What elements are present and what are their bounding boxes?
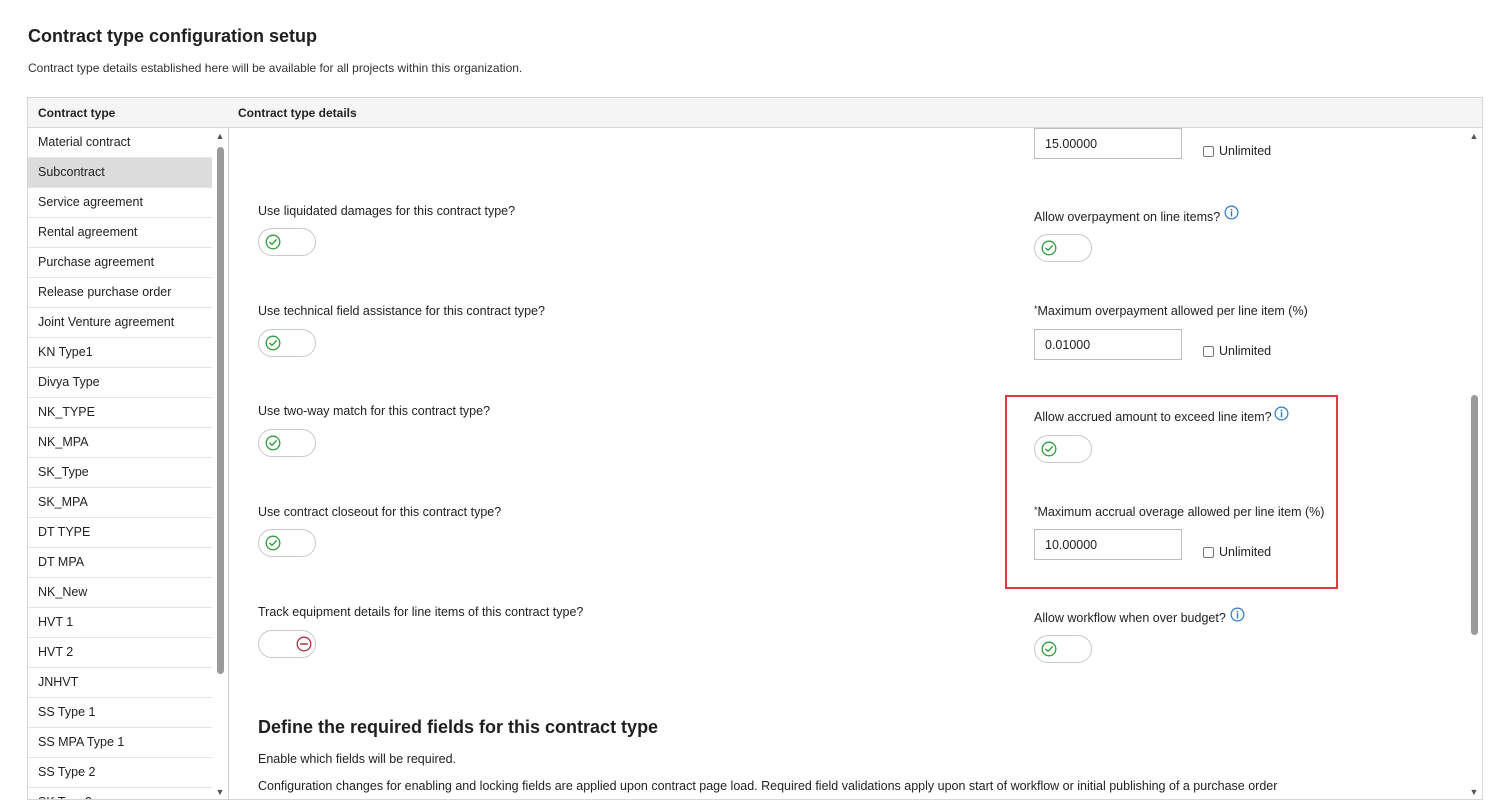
contract-type-item[interactable]: SS MPA Type 1 (28, 728, 212, 758)
check-circle-icon (265, 335, 281, 351)
track-equipment-label: Track equipment details for line items o… (258, 605, 584, 619)
max-overpayment-label: *Maximum overpayment allowed per line it… (1034, 304, 1308, 318)
contract-type-item[interactable]: HVT 1 (28, 608, 212, 638)
max-accrual-label: *Maximum accrual overage allowed per lin… (1034, 505, 1324, 519)
check-circle-icon (265, 435, 281, 451)
contract-type-item[interactable]: Release purchase order (28, 278, 212, 308)
top-percent-input[interactable] (1034, 128, 1182, 159)
info-icon[interactable] (1274, 406, 1289, 421)
liquidated-damages-label: Use liquidated damages for this contract… (258, 204, 516, 218)
contract-type-item[interactable]: SK Type2 (28, 788, 212, 799)
contract-closeout-toggle[interactable] (258, 529, 316, 557)
check-circle-icon (1041, 240, 1057, 256)
page-title: Contract type configuration setup (28, 26, 318, 46)
required-fields-line2: Configuration changes for enabling and l… (258, 779, 1278, 793)
contract-type-item[interactable]: Divya Type (28, 368, 212, 398)
details-scrollbar[interactable]: ▲ ▼ (1468, 128, 1480, 799)
scroll-thumb[interactable] (1471, 395, 1478, 635)
contract-type-item[interactable]: KN Type1 (28, 338, 212, 368)
max-overpayment-input[interactable] (1034, 329, 1182, 360)
required-fields-title: Define the required fields for this cont… (258, 717, 659, 737)
contract-type-item[interactable]: Material contract (28, 128, 212, 158)
technical-assistance-label: Use technical field assistance for this … (258, 304, 545, 318)
contract-type-header: Contract type (28, 98, 228, 128)
contract-type-list: Material contract Subcontract Service agre… (28, 128, 212, 799)
check-circle-icon (1041, 641, 1057, 657)
contract-details-header: Contract type details (228, 98, 1482, 128)
contract-closeout-label: Use contract closeout for this contract … (258, 505, 502, 519)
allow-overpayment-toggle[interactable] (1034, 234, 1092, 262)
contract-type-item[interactable]: Joint Venture agreement (28, 308, 212, 338)
two-way-match-label: Use two-way match for this contract type… (258, 404, 491, 418)
contract-type-item[interactable]: HVT 2 (28, 638, 212, 668)
unlimited-label: Unlimited (1219, 144, 1272, 158)
check-circle-icon (1041, 441, 1057, 457)
track-equipment-toggle[interactable] (258, 630, 316, 658)
arrow-down-icon[interactable]: ▼ (1468, 787, 1480, 797)
arrow-up-icon[interactable]: ▲ (214, 131, 226, 141)
check-circle-icon (265, 535, 281, 551)
contract-type-item[interactable]: Purchase agreement (28, 248, 212, 278)
contract-type-item[interactable]: Service agreement (28, 188, 212, 218)
allow-overpayment-label: Allow overpayment on line items? (1034, 210, 1221, 224)
contract-type-item[interactable]: DT TYPE (28, 518, 212, 548)
info-icon[interactable] (1230, 607, 1245, 622)
top-unlimited-checkbox[interactable]: Unlimited (1203, 143, 1271, 159)
arrow-up-icon[interactable]: ▲ (1468, 131, 1480, 141)
contract-type-item[interactable]: Subcontract (28, 158, 212, 188)
unlimited-label: Unlimited (1219, 344, 1272, 358)
required-fields-line1: Enable which fields will be required. (258, 752, 457, 766)
contract-type-pane: Contract type Material contract Subcontra… (28, 98, 229, 799)
contract-type-item[interactable]: Rental agreement (28, 218, 212, 248)
allow-accrued-toggle[interactable] (1034, 435, 1092, 463)
max-overpayment-text: Maximum overpayment allowed per line ite… (1037, 304, 1308, 318)
overpayment-unlimited-checkbox[interactable]: Unlimited (1203, 343, 1271, 359)
accrual-unlimited-checkbox[interactable]: Unlimited (1203, 544, 1271, 560)
page-subtitle: Contract type details established here w… (28, 61, 523, 75)
checkbox-box[interactable] (1203, 546, 1214, 558)
contract-type-item[interactable]: NK_TYPE (28, 398, 212, 428)
contract-type-item[interactable]: DT MPA (28, 548, 212, 578)
allow-workflow-toggle[interactable] (1034, 635, 1092, 663)
minus-circle-icon (296, 636, 312, 652)
config-frame: Contract type Material contract Subcontra… (27, 97, 1483, 800)
contract-type-item[interactable]: SS Type 2 (28, 758, 212, 788)
scroll-thumb[interactable] (217, 147, 224, 674)
max-accrual-text: Maximum accrual overage allowed per line… (1037, 505, 1325, 519)
technical-assistance-toggle[interactable] (258, 329, 316, 357)
contract-type-item[interactable]: NK_New (28, 578, 212, 608)
max-accrual-input[interactable] (1034, 529, 1182, 560)
checkbox-box[interactable] (1203, 145, 1214, 157)
contract-type-item[interactable]: SK_Type (28, 458, 212, 488)
two-way-match-toggle[interactable] (258, 429, 316, 457)
unlimited-label: Unlimited (1219, 545, 1272, 559)
contract-details-content: Unlimited Use liquidated damages for thi… (228, 128, 1466, 799)
liquidated-damages-toggle[interactable] (258, 228, 316, 256)
info-icon[interactable] (1224, 205, 1239, 220)
allow-workflow-label: Allow workflow when over budget? (1034, 611, 1226, 625)
checkbox-box[interactable] (1203, 345, 1214, 357)
contract-type-item[interactable]: JNHVT (28, 668, 212, 698)
allow-accrued-label: Allow accrued amount to exceed line item… (1034, 410, 1272, 424)
contract-type-item[interactable]: NK_MPA (28, 428, 212, 458)
contract-type-item[interactable]: SK_MPA (28, 488, 212, 518)
check-circle-icon (265, 234, 281, 250)
contract-type-item[interactable]: SS Type 1 (28, 698, 212, 728)
contract-details-pane: Contract type details Unlimited Use liqu… (228, 98, 1482, 799)
contract-type-scrollbar[interactable]: ▲ ▼ (214, 128, 226, 799)
arrow-down-icon[interactable]: ▼ (214, 787, 226, 797)
